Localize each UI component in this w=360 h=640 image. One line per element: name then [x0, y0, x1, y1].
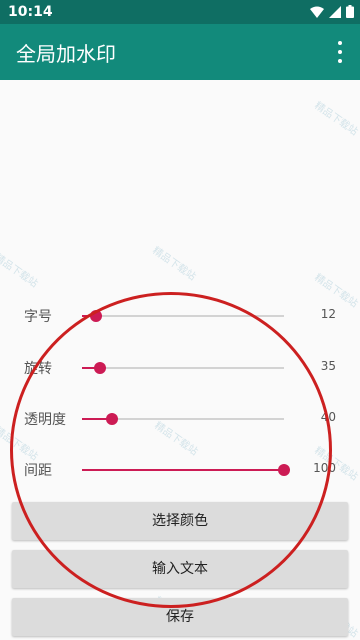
font-size-slider[interactable]	[82, 310, 284, 322]
status-icons	[310, 5, 354, 18]
watermark-text: 精品下载站	[150, 245, 198, 283]
save-button[interactable]: 保存	[12, 598, 348, 636]
font-size-slider-thumb[interactable]	[90, 310, 103, 322]
choose-color-button[interactable]: 选择颜色	[12, 502, 348, 540]
app-bar: 全局加水印	[0, 24, 360, 80]
status-time: 10:14	[8, 4, 53, 20]
spacing-value: 100	[313, 461, 336, 475]
spacing-row: 间距 100	[0, 452, 360, 488]
watermark-text: 精品下载站	[312, 100, 360, 138]
opacity-slider-thumb[interactable]	[106, 413, 119, 425]
spacing-slider-fill	[82, 469, 284, 471]
font-size-label: 字号	[24, 309, 52, 325]
battery-icon	[346, 5, 354, 18]
wifi-icon	[310, 6, 324, 18]
overflow-menu-icon[interactable]	[328, 38, 352, 66]
spacing-slider[interactable]	[82, 464, 290, 476]
rotation-slider[interactable]	[82, 362, 284, 374]
app-title: 全局加水印	[16, 42, 116, 66]
rotation-row: 旋转 35	[0, 350, 360, 386]
rotation-slider-thumb[interactable]	[94, 362, 107, 374]
input-text-button[interactable]: 输入文本	[12, 550, 348, 588]
watermark-text: 精品下载站	[0, 252, 40, 290]
font-size-row: 字号 12	[0, 298, 360, 334]
opacity-value: 40	[320, 410, 336, 424]
status-bar: 10:14	[0, 0, 360, 24]
rotation-value: 35	[320, 359, 336, 373]
rotation-label: 旋转	[24, 361, 52, 377]
opacity-row: 透明度 40	[0, 401, 360, 437]
spacing-slider-thumb[interactable]	[278, 464, 290, 476]
font-size-value: 12	[320, 307, 336, 321]
signal-icon	[329, 5, 341, 18]
opacity-label: 透明度	[24, 412, 66, 428]
opacity-slider[interactable]	[82, 413, 284, 425]
spacing-label: 间距	[24, 463, 52, 479]
